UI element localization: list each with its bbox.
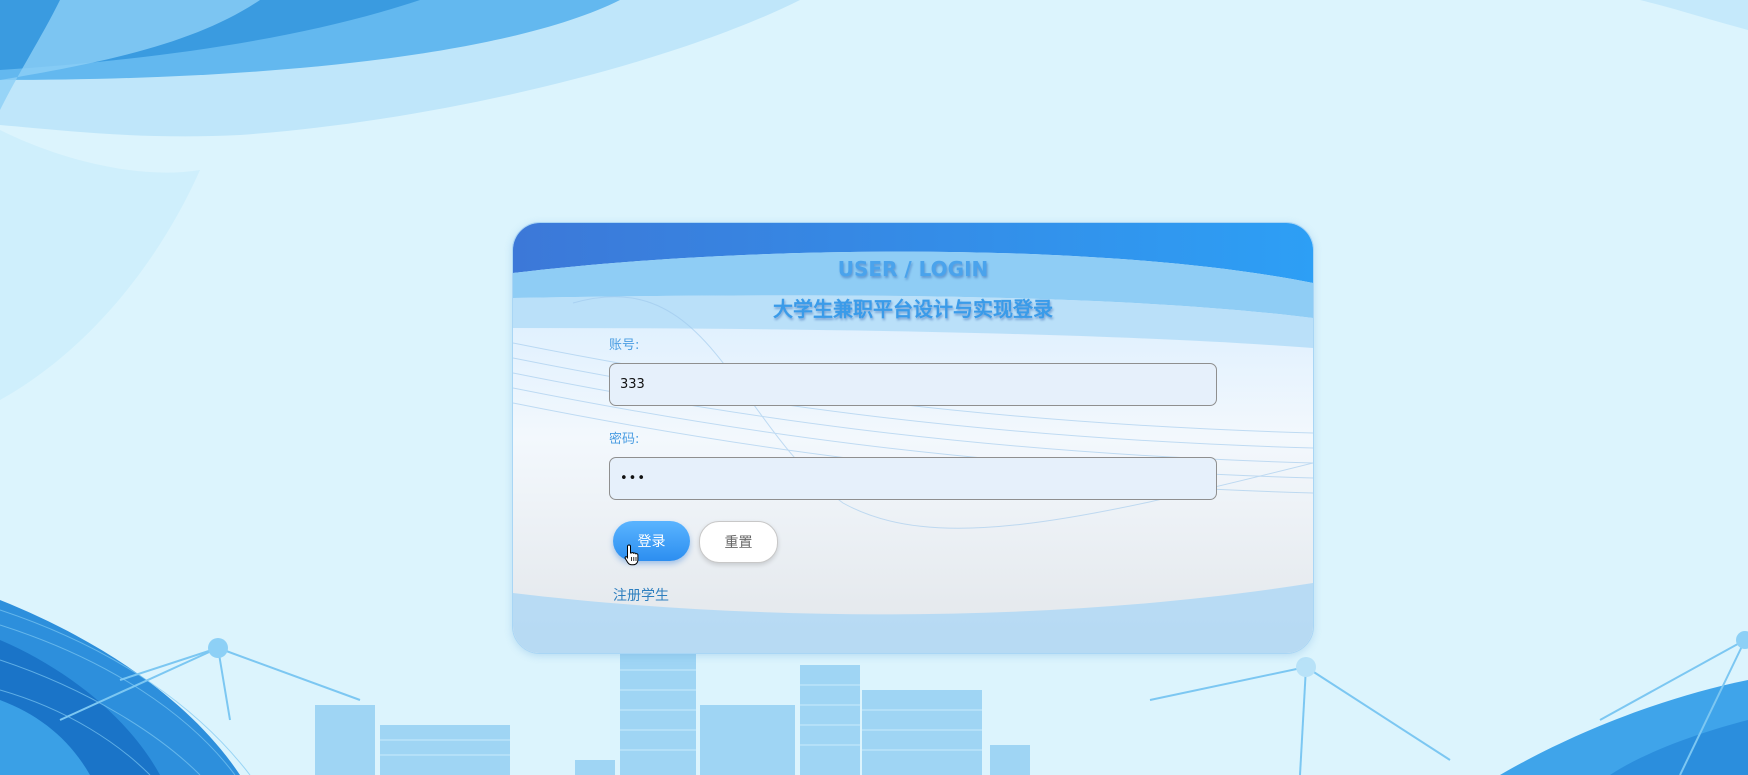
page-title: 大学生兼职平台设计与实现登录 <box>773 297 1053 321</box>
account-input[interactable] <box>609 363 1217 406</box>
account-label: 账号: <box>609 338 640 353</box>
password-label: 密码: <box>609 432 640 447</box>
register-student-link[interactable]: 注册学生 <box>613 585 669 605</box>
password-input[interactable] <box>609 457 1217 500</box>
hand-pointer-icon <box>624 544 639 566</box>
login-title: USER / LOGIN <box>837 257 989 281</box>
reset-button[interactable]: 重置 <box>699 521 778 563</box>
login-card: USER / LOGIN 大学生兼职平台设计与实现登录 账号: 密码: 登录 重… <box>512 222 1314 654</box>
